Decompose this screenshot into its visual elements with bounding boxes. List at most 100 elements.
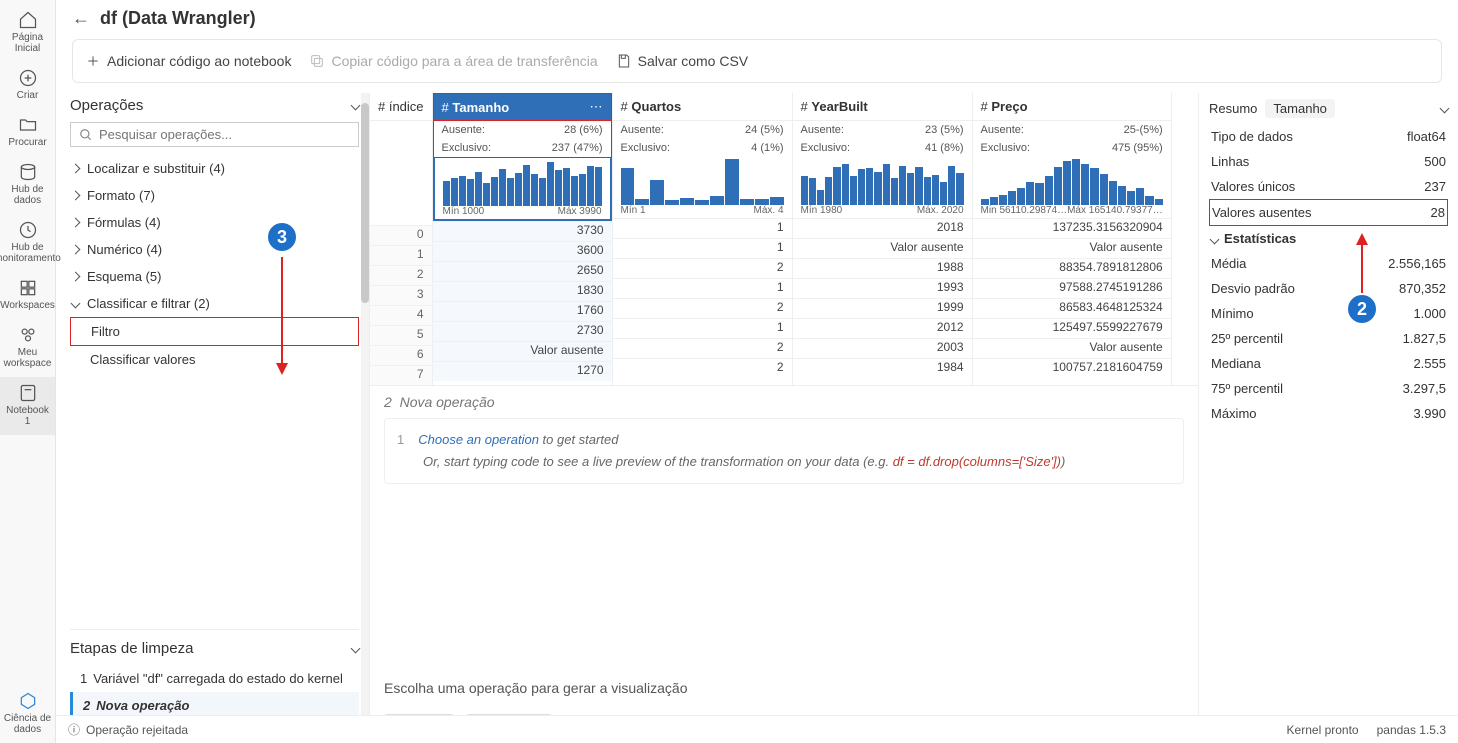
status-text: Operação rejeitada (86, 723, 188, 737)
data-grid-pane: 1 # índice01234567# Tamanho⋯Ausente:28 (… (370, 93, 1198, 743)
add-code-button[interactable]: Adicionar código ao notebook (85, 53, 291, 69)
cell[interactable]: 1 (613, 318, 792, 338)
cell[interactable]: 1999 (793, 298, 972, 318)
chevron-down-icon (351, 101, 361, 111)
cell[interactable]: 6 (370, 345, 432, 365)
cell[interactable]: 88354.7891812806 (973, 258, 1171, 278)
cell[interactable]: 2012 (793, 318, 972, 338)
info-icon: ⓘ (68, 721, 80, 738)
scrollbar[interactable] (361, 93, 369, 743)
cell[interactable]: 1760 (433, 301, 612, 321)
cell[interactable]: 2 (370, 265, 432, 285)
chevron-right-icon (71, 191, 81, 201)
op-sub-item[interactable]: Classificar valores (70, 346, 359, 373)
column-size[interactable]: # Tamanho⋯Ausente:28 (6%)Exclusivo:237 (… (433, 93, 613, 385)
cell[interactable]: 2 (613, 358, 792, 378)
cell[interactable]: Valor ausente (433, 341, 612, 361)
nav-monitor[interactable]: Hub de monitoramento (0, 214, 55, 272)
cell[interactable]: 1993 (793, 278, 972, 298)
op-sub-item[interactable]: Filtro (70, 317, 359, 346)
cell[interactable]: 5 (370, 325, 432, 345)
op-group[interactable]: Fórmulas (4) (70, 209, 359, 236)
cell[interactable]: 1 (613, 278, 792, 298)
step-item[interactable]: 1Variável "df" carregada do estado do ke… (70, 665, 359, 692)
steps-heading-text: Etapas de limpeza (70, 640, 193, 657)
cell[interactable]: 3600 (433, 241, 612, 261)
cell[interactable]: 4 (370, 305, 432, 325)
page-title: df (Data Wrangler) (100, 8, 256, 29)
stats-row: 75º percentil3.297,5 (1209, 376, 1448, 401)
cell[interactable]: 1830 (433, 281, 612, 301)
op-group[interactable]: Localizar e substituir (4) (70, 155, 359, 182)
op-group-open[interactable]: Classificar e filtrar (2) (70, 290, 359, 317)
status-bar: ⓘ Operação rejeitada Kernel pronto panda… (56, 715, 1458, 743)
code-hint-kw: Choose an operation (418, 432, 539, 447)
op-group[interactable]: Formato (7) (70, 182, 359, 209)
operations-heading[interactable]: Operações (70, 93, 359, 122)
nav-data-science[interactable]: Ciência de dados (0, 685, 55, 743)
steps-heading[interactable]: Etapas de limpeza (70, 636, 359, 665)
cell[interactable]: 1 (370, 245, 432, 265)
column-header[interactable]: # Preço (973, 93, 1171, 121)
more-icon[interactable]: ⋯ (590, 99, 603, 115)
cell[interactable]: 0 (370, 225, 432, 245)
column-header[interactable]: # índice (370, 93, 432, 121)
cell[interactable]: 2 (613, 258, 792, 278)
code-editor[interactable]: 1Choose an operation to get started Or, … (384, 418, 1184, 484)
cell[interactable]: 2730 (433, 321, 612, 341)
cell[interactable]: 125497.5599227679 (973, 318, 1171, 338)
chevron-down-icon (71, 299, 81, 309)
back-icon[interactable]: ← (72, 8, 90, 29)
nav-ws[interactable]: Workspaces (0, 272, 55, 319)
annotation-3-arrowhead (276, 363, 288, 375)
cell[interactable]: 1988 (793, 258, 972, 278)
summary-row: Linhas500 (1209, 149, 1448, 174)
save-csv-button[interactable]: Salvar como CSV (616, 53, 748, 69)
cell[interactable]: 2003 (793, 338, 972, 358)
nav-plus[interactable]: Criar (0, 62, 55, 109)
cell[interactable]: 7 (370, 365, 432, 385)
column-header[interactable]: # Tamanho⋯ (433, 93, 612, 121)
summary-heading[interactable]: Resumo Tamanho (1209, 99, 1448, 124)
copy-code-button[interactable]: Copiar código para a área de transferênc… (309, 53, 597, 69)
cell[interactable]: 100757.2181604759 (973, 358, 1171, 378)
nav-myws[interactable]: Meu workspace (0, 319, 55, 377)
cell[interactable]: 1270 (433, 361, 612, 381)
stats-heading[interactable]: Estatísticas (1209, 226, 1448, 251)
cell[interactable]: 3730 (433, 221, 612, 241)
nav-db[interactable]: Hub de dados (0, 156, 55, 214)
column-rooms[interactable]: # QuartosAusente:24 (5%)Exclusivo:4 (1%)… (613, 93, 793, 385)
cell[interactable]: 137235.3156320904 (973, 218, 1171, 238)
search-operations[interactable] (70, 122, 359, 147)
new-op-num: 2 (384, 394, 392, 410)
search-input[interactable] (99, 127, 350, 142)
cell[interactable]: 2650 (433, 261, 612, 281)
cell[interactable]: 1 (613, 218, 792, 238)
nav-folder[interactable]: Procurar (0, 109, 55, 156)
column-header[interactable]: # Quartos (613, 93, 792, 121)
cell[interactable]: Valor ausente (973, 338, 1171, 358)
cell[interactable]: 97588.2745191286 (973, 278, 1171, 298)
cell[interactable]: 86583.4648125324 (973, 298, 1171, 318)
column-header[interactable]: # YearBuilt (793, 93, 972, 121)
cell[interactable]: Valor ausente (973, 238, 1171, 258)
cell[interactable]: 2 (613, 298, 792, 318)
chevron-down-icon (1440, 104, 1450, 114)
cell[interactable]: 1984 (793, 358, 972, 378)
data-grid[interactable]: # índice01234567# Tamanho⋯Ausente:28 (6%… (370, 93, 1198, 386)
cell[interactable]: 2 (613, 338, 792, 358)
nav-home[interactable]: Página Inicial (0, 4, 55, 62)
sparkline (973, 157, 1171, 205)
op-group[interactable]: Numérico (4) (70, 236, 359, 263)
op-group[interactable]: Esquema (5) (70, 263, 359, 290)
sparkline (435, 158, 610, 206)
column-price[interactable]: # PreçoAusente:25-(5%)Exclusivo:475 (95%… (973, 93, 1172, 385)
pandas-version: pandas 1.5.3 (1377, 723, 1446, 737)
nav-nb[interactable]: Notebook 1 (0, 377, 55, 435)
cell[interactable]: Valor ausente (793, 238, 972, 258)
cell[interactable]: 3 (370, 285, 432, 305)
cell[interactable]: 2018 (793, 218, 972, 238)
column-idx[interactable]: # índice 01234567 (370, 93, 433, 385)
column-year[interactable]: # YearBuiltAusente:23 (5%)Exclusivo:41 (… (793, 93, 973, 385)
cell[interactable]: 1 (613, 238, 792, 258)
